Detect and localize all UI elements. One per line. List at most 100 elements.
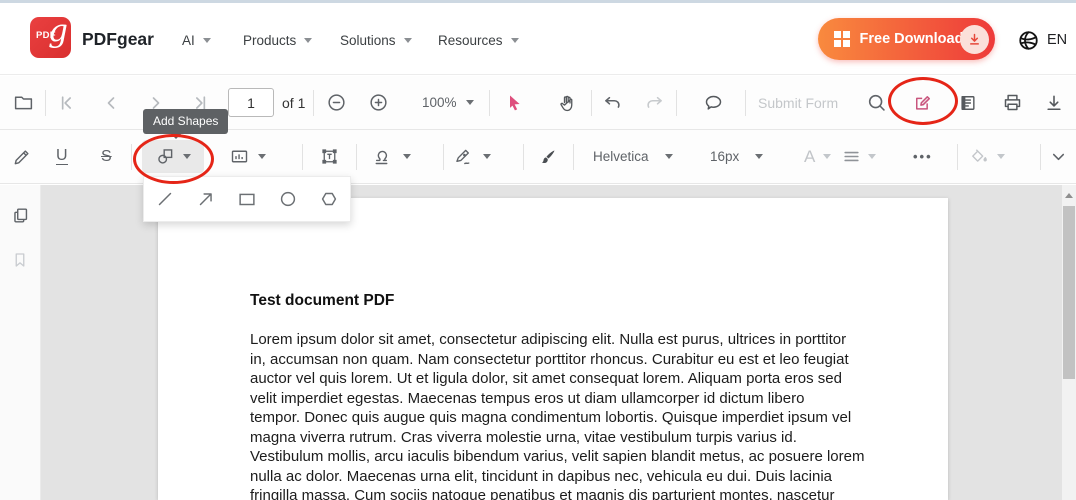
shape-rectangle-option[interactable] (227, 179, 267, 219)
divider (443, 144, 444, 170)
document-text-line: Lorem ipsum dolor sit amet, consectetur … (250, 330, 864, 350)
strikethrough-glyph: S (101, 148, 112, 166)
divider (523, 144, 524, 170)
image-icon (229, 146, 250, 167)
fill-color-icon (970, 147, 989, 166)
thumbnails-pages-icon[interactable] (11, 206, 30, 225)
select-tool-icon[interactable] (505, 76, 525, 129)
free-download-button[interactable]: Free Download (818, 18, 995, 60)
zoom-out-icon[interactable] (326, 76, 347, 129)
add-shapes-button[interactable] (142, 140, 204, 173)
divider (45, 90, 46, 116)
download-arrow-icon[interactable] (960, 25, 989, 54)
nav-ai-label: AI (182, 33, 195, 48)
document-text-line: tempor. Donec quis augue quis magna cond… (250, 408, 864, 428)
shape-polygon-option[interactable] (309, 179, 349, 219)
ellipsis-icon: ••• (913, 149, 933, 164)
stamp-icon (371, 146, 392, 167)
vertical-scrollbar[interactable] (1062, 185, 1076, 500)
page-number-input[interactable] (228, 88, 274, 117)
logo-g-glyph: g (48, 13, 68, 49)
font-size-dropdown[interactable]: 16px (710, 130, 763, 183)
nav-ai[interactable]: AI (182, 33, 211, 48)
search-icon[interactable] (866, 76, 887, 129)
undo-icon[interactable] (602, 76, 623, 129)
divider (356, 144, 357, 170)
divider (313, 90, 314, 116)
chevron-down-icon (304, 38, 312, 43)
nav-resources-label: Resources (438, 33, 503, 48)
zoom-level-value: 100% (422, 95, 457, 110)
document-title: Test document PDF (250, 292, 394, 310)
align-icon (842, 147, 861, 166)
shapes-dropdown-panel (143, 176, 351, 222)
divider (131, 144, 132, 170)
font-family-value: Helvetica (593, 149, 649, 164)
underline-icon[interactable]: U (56, 130, 68, 183)
pdfgear-logo[interactable]: PDF g (30, 17, 71, 58)
previous-page-icon[interactable] (101, 76, 121, 129)
submit-form-button[interactable]: Submit Form (758, 76, 838, 129)
shape-line-option[interactable] (145, 179, 185, 219)
chevron-down-icon (868, 154, 876, 159)
nav-solutions-label: Solutions (340, 33, 396, 48)
zoom-level-dropdown[interactable]: 100% (422, 76, 474, 129)
fill-color-dropdown[interactable] (970, 130, 1005, 183)
underline-glyph: U (56, 148, 68, 166)
text-align-dropdown[interactable] (842, 130, 876, 183)
strikethrough-icon[interactable]: S (101, 130, 112, 183)
shape-circle-option[interactable] (268, 179, 308, 219)
first-page-icon[interactable] (56, 76, 76, 129)
divider (957, 144, 958, 170)
font-color-glyph: A (804, 147, 815, 167)
document-text-line: fringilla massa. Cum sociis natoque pena… (250, 486, 864, 500)
font-size-value: 16px (710, 149, 739, 164)
page-view-icon[interactable] (958, 76, 978, 129)
brand-name: PDFgear (82, 29, 154, 50)
nav-products-label: Products (243, 33, 296, 48)
pencil-annotate-icon[interactable] (12, 130, 32, 183)
zoom-in-icon[interactable] (368, 76, 389, 129)
nav-resources[interactable]: Resources (438, 33, 519, 48)
font-color-dropdown[interactable]: A (804, 130, 831, 183)
stamp-button[interactable] (371, 130, 411, 183)
signature-button[interactable] (453, 130, 491, 183)
print-icon[interactable] (1002, 76, 1023, 129)
globe-language-icon[interactable] (1017, 29, 1040, 52)
chevron-down-icon (466, 100, 474, 105)
left-sidebar (0, 185, 41, 500)
more-options-button[interactable]: ••• (913, 130, 933, 183)
open-file-icon[interactable] (13, 76, 34, 129)
chevron-down-icon (258, 154, 266, 159)
chevron-down-icon (203, 38, 211, 43)
format-brush-icon[interactable] (538, 130, 558, 183)
chevron-down-icon (483, 154, 491, 159)
scrollbar-up-arrow-icon[interactable] (1065, 193, 1073, 198)
font-family-dropdown[interactable]: Helvetica (593, 130, 673, 183)
pdf-page[interactable]: Test document PDF Lorem ipsum dolor sit … (158, 198, 948, 500)
collapse-toolbar-icon[interactable] (1049, 130, 1068, 183)
chevron-down-icon (183, 154, 191, 159)
site-header: PDF g PDFgear AI Products Solutions Reso… (0, 3, 1076, 75)
chevron-down-icon (755, 154, 763, 159)
windows-logo-icon (834, 31, 850, 47)
nav-solutions[interactable]: Solutions (340, 33, 412, 48)
document-text-line: auctor vel quis lorem. Ut et ligula dolo… (250, 369, 864, 389)
chevron-down-icon (403, 154, 411, 159)
redo-icon[interactable] (644, 76, 665, 129)
edit-pdf-icon[interactable] (913, 76, 933, 129)
scrollbar-thumb[interactable] (1063, 206, 1075, 379)
document-text-line: magna viverra rutrum. Cras viverra moles… (250, 428, 864, 448)
language-selector[interactable]: EN (1047, 32, 1067, 48)
document-text-line: Vestibulum mollis, arcu iaculis bibendum… (250, 447, 864, 467)
bookmarks-icon[interactable] (11, 251, 29, 269)
hand-tool-icon[interactable] (557, 76, 577, 129)
nav-products[interactable]: Products (243, 33, 312, 48)
shape-arrow-option[interactable] (186, 179, 226, 219)
download-file-icon[interactable] (1044, 76, 1064, 129)
submit-form-label: Submit Form (758, 95, 838, 111)
chevron-down-icon (823, 154, 831, 159)
comment-icon[interactable] (703, 76, 724, 129)
chevron-down-icon (665, 154, 673, 159)
divider (1040, 144, 1041, 170)
